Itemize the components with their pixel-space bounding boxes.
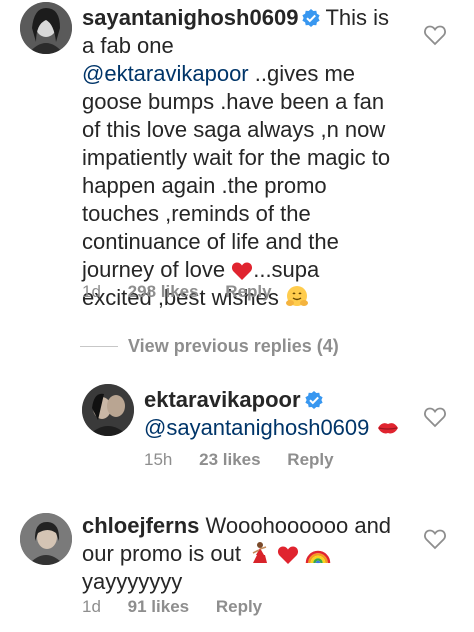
dancer-emoji: [252, 542, 268, 563]
comment-text: a fab one: [82, 33, 174, 58]
comment-meta: 15h 23 likes Reply: [144, 450, 356, 470]
heart-outline-icon[interactable]: [423, 406, 447, 428]
likes-count[interactable]: 298 likes: [128, 282, 199, 302]
reply-button[interactable]: Reply: [225, 282, 271, 302]
avatar[interactable]: [20, 513, 72, 565]
comment-timestamp: 15h: [144, 450, 173, 469]
reply-button[interactable]: Reply: [216, 597, 262, 617]
comment-body: sayantanighosh0609 This is a fab one @ekt…: [82, 4, 422, 312]
mention-link[interactable]: @sayantanighosh0609: [144, 415, 369, 440]
comment-timestamp: 1d: [82, 597, 101, 616]
comment-text: goose bumps .have been a fan: [82, 89, 385, 114]
comment-text: This is: [325, 5, 389, 30]
comment-body: chloejferns Wooohoooooo and our promo is…: [82, 512, 422, 596]
comment-text: ...supa: [253, 257, 320, 282]
avatar-image: [20, 2, 72, 54]
comment-text: of this love saga always ,n now: [82, 117, 386, 142]
comment-meta: 1d 298 likes Reply: [82, 282, 294, 302]
red-heart-emoji: [278, 546, 299, 564]
likes-count[interactable]: 23 likes: [199, 450, 260, 470]
avatar[interactable]: [82, 384, 134, 436]
verified-badge-icon: [304, 391, 323, 409]
comment-username[interactable]: ektaravikapoor: [144, 387, 301, 412]
heart-outline-icon[interactable]: [423, 24, 447, 46]
rainbow-emoji: [306, 550, 331, 564]
comment-text: happen again .the promo: [82, 173, 327, 198]
mention-link[interactable]: @ektaravikapoor: [82, 61, 249, 86]
comment-username[interactable]: sayantanighosh0609: [82, 5, 298, 30]
comment-username[interactable]: chloejferns: [82, 513, 199, 538]
heart-outline-icon[interactable]: [423, 528, 447, 550]
comment-text: touches ,reminds of the: [82, 201, 311, 226]
reply-button[interactable]: Reply: [287, 450, 333, 470]
comment-timestamp: 1d: [82, 282, 101, 301]
avatar-image: [20, 513, 72, 565]
divider: [80, 345, 118, 347]
comment-meta: 1d 91 likes Reply: [82, 597, 284, 617]
comment-text: continuance of life and the: [82, 229, 339, 254]
comment-text: yayyyyyyy: [82, 569, 183, 594]
comment-body: ektaravikapoor @sayantanighosh0609: [144, 386, 424, 442]
verified-badge-icon: [302, 9, 321, 27]
red-heart-emoji: [232, 262, 253, 280]
comment-text: impatiently wait for the magic to: [82, 145, 391, 170]
view-previous-replies[interactable]: View previous replies (4): [80, 334, 339, 358]
avatar-image: [82, 384, 134, 436]
kiss-mark-emoji: [377, 423, 398, 434]
likes-count[interactable]: 91 likes: [128, 597, 189, 617]
comment-text: our promo is out: [82, 541, 241, 566]
avatar[interactable]: [20, 2, 72, 54]
comment-text: journey of love: [82, 257, 226, 282]
comment-text: Wooohoooooo and: [205, 513, 392, 538]
comment-text: ..gives me: [254, 61, 356, 86]
view-previous-replies-label: View previous replies (4): [128, 335, 339, 356]
